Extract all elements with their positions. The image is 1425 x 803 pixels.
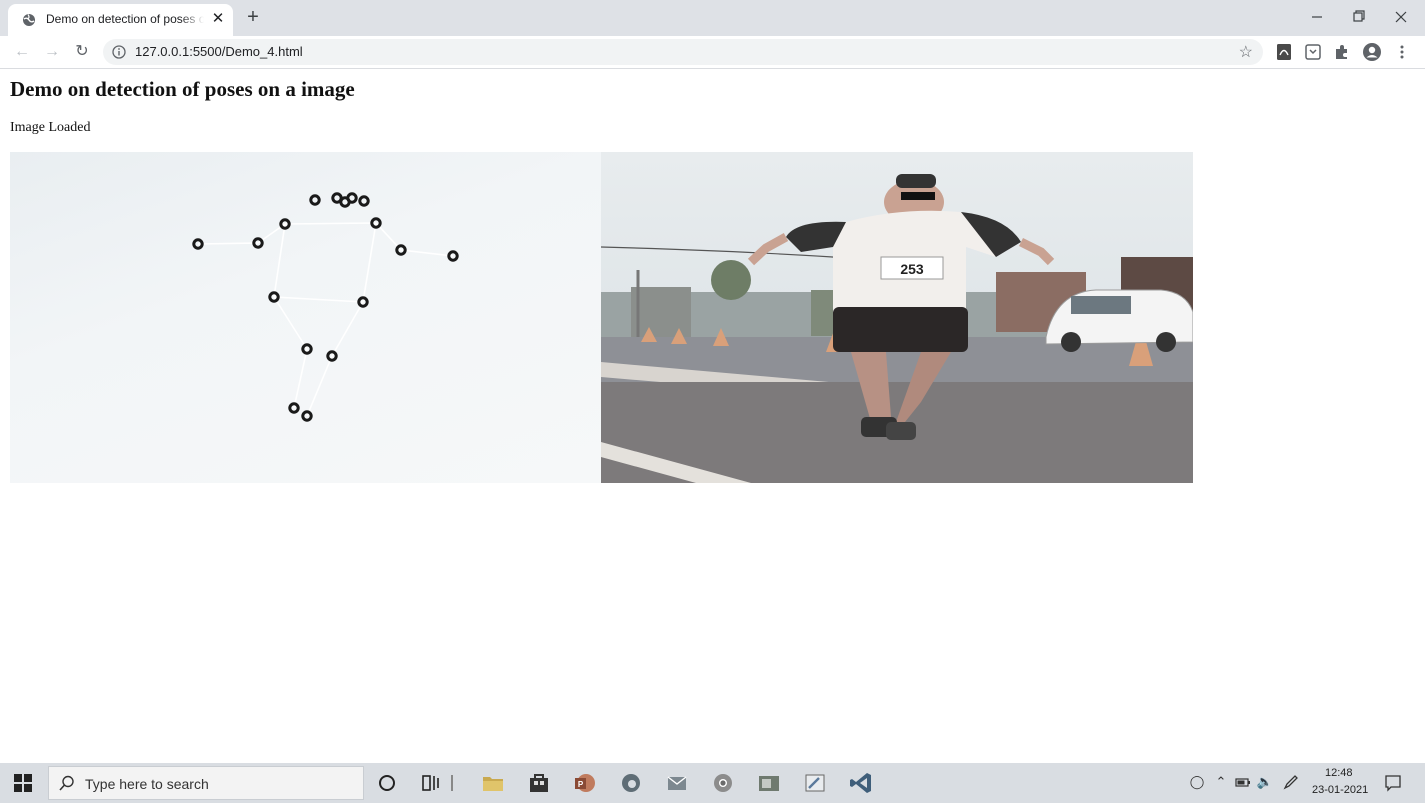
pen-icon[interactable] [1282, 773, 1300, 791]
status-text: Image Loaded [10, 120, 91, 135]
close-tab-icon[interactable]: ✕ [210, 11, 226, 27]
svg-text:P: P [578, 780, 584, 789]
windows-taskbar: Type here to search P ◯ ⌃ 🔈 12:48 23-01-… [0, 763, 1425, 803]
keypoint-rightEar [309, 194, 321, 206]
skeleton-bone [273, 223, 286, 298]
extensions-puzzle-icon[interactable] [1332, 42, 1352, 62]
skeleton-bone [197, 242, 259, 245]
windows-start-icon[interactable] [14, 774, 32, 792]
volume-icon[interactable]: 🔈 [1256, 773, 1274, 791]
new-tab-button[interactable]: + [243, 7, 263, 28]
chevron-up-icon[interactable]: ⌃ [1212, 773, 1230, 791]
skeleton-bone [273, 296, 308, 350]
skeleton-bone [293, 348, 308, 409]
photo-viewer-icon[interactable] [755, 769, 783, 797]
mail-icon[interactable] [663, 769, 691, 797]
people-icon[interactable]: ◯ [1188, 773, 1206, 791]
vscode-icon[interactable] [847, 769, 875, 797]
page-title: Demo on detection of poses on a image [10, 77, 355, 101]
skeleton-bone [331, 301, 364, 357]
keypoint-rightEye [331, 192, 343, 204]
search-icon [59, 775, 74, 791]
skeleton-bone [306, 355, 333, 417]
url-text: 127.0.0.1:5500/Demo_4.html [135, 44, 303, 59]
reload-icon[interactable]: ↻ [71, 41, 93, 63]
keypoint-leftEar [358, 195, 370, 207]
clock-date[interactable]: 23-01-2021 [1312, 784, 1368, 796]
store-icon[interactable] [525, 769, 553, 797]
address-bar[interactable]: 127.0.0.1:5500/Demo_4.html ☆ [103, 39, 1263, 65]
taskbar-separator [451, 775, 453, 791]
task-view-icon[interactable] [417, 769, 445, 797]
minimize-icon[interactable] [1305, 6, 1329, 28]
runner-photo: 253 [601, 152, 1193, 483]
menu-kebab-icon[interactable] [1392, 42, 1412, 62]
tab-title: Demo on detection of poses on a image [46, 12, 204, 26]
browser-toolbar: ← → ↻ 127.0.0.1:5500/Demo_4.html ☆ [0, 36, 1425, 69]
keypoint-leftEye [346, 192, 358, 204]
notification-icon[interactable] [1383, 773, 1403, 793]
powerpoint-icon[interactable]: P [571, 769, 599, 797]
skeleton-bone [273, 296, 364, 303]
close-window-icon[interactable] [1389, 6, 1413, 28]
skeleton-bone [362, 222, 377, 303]
clock-time[interactable]: 12:48 [1325, 767, 1353, 779]
cortana-icon[interactable] [373, 769, 401, 797]
search-placeholder: Type here to search [85, 776, 209, 792]
pdf-extension-icon[interactable] [1274, 42, 1294, 62]
back-arrow-icon[interactable]: ← [11, 41, 33, 63]
svg-text:253: 253 [900, 261, 924, 277]
battery-icon[interactable] [1234, 773, 1252, 791]
skeleton-bone [400, 249, 454, 257]
restore-icon[interactable] [1346, 6, 1370, 28]
pose-skeleton-svg [192, 192, 459, 422]
profile-avatar-icon[interactable] [1362, 42, 1382, 62]
site-info-icon[interactable] [112, 45, 126, 59]
forward-arrow-icon[interactable]: → [41, 41, 63, 63]
browser-tab[interactable]: Demo on detection of poses on a image ✕ [8, 4, 233, 36]
skeleton-bone [284, 222, 377, 225]
edge-icon[interactable] [617, 769, 645, 797]
taskbar-search-box[interactable]: Type here to search [48, 766, 364, 800]
runner-photo-svg: 253 [601, 152, 1193, 483]
pose-skeleton-canvas [10, 152, 601, 483]
bookmark-star-icon[interactable]: ☆ [1239, 42, 1253, 62]
tab-strip: Demo on detection of poses on a image ✕ … [0, 0, 1425, 36]
file-explorer-icon[interactable] [479, 769, 507, 797]
paint-icon[interactable] [801, 769, 829, 797]
chrome-icon[interactable] [709, 769, 737, 797]
globe-icon [23, 14, 35, 26]
pocket-extension-icon[interactable] [1303, 42, 1323, 62]
